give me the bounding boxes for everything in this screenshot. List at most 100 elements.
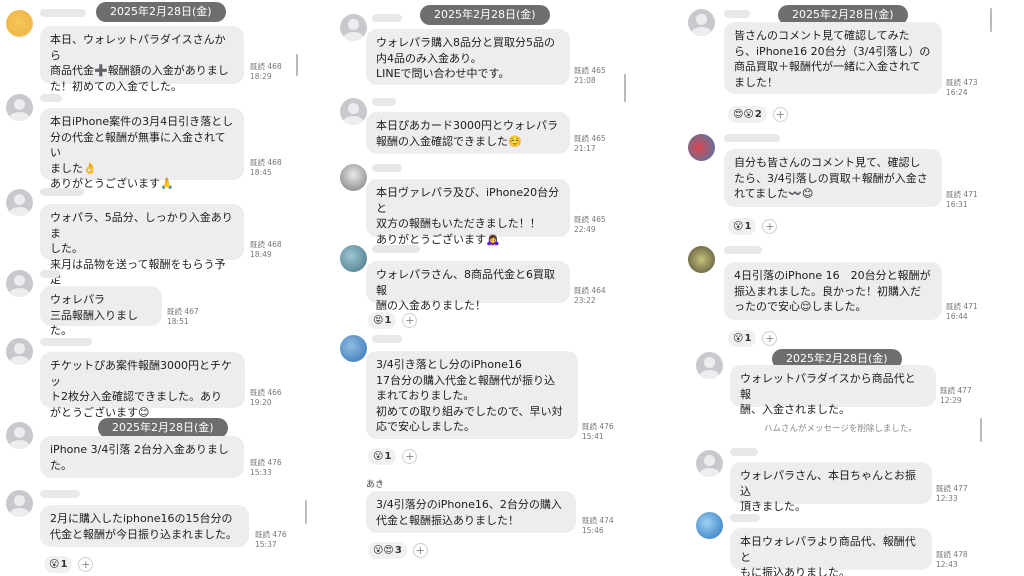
scrollbar[interactable] (624, 74, 626, 102)
scrollbar[interactable] (305, 500, 307, 524)
system-message: ハムさんがメッセージを削除しました。 (764, 424, 917, 434)
reaction-chip[interactable]: 😮 1 (44, 556, 73, 573)
read-receipt: 既読 476 15:41 (582, 422, 614, 441)
reaction-bar: 😮😍 3 + (368, 542, 428, 559)
add-reaction-button[interactable]: + (762, 219, 778, 234)
read-receipt: 既読 464 23:22 (574, 286, 606, 305)
scrollbar[interactable] (980, 418, 982, 442)
reaction-chip[interactable]: 😮 1 (728, 330, 757, 347)
sender-name: あき (366, 480, 385, 490)
sender-name-blurred (730, 514, 760, 522)
read-receipt: 既読 478 12:43 (936, 550, 968, 569)
sender-name-blurred (724, 246, 762, 254)
sender-name-blurred (372, 245, 420, 253)
avatar[interactable] (340, 245, 367, 272)
reaction-chip[interactable]: 😝 1 (368, 312, 397, 329)
avatar[interactable] (696, 352, 723, 379)
read-receipt: 既読 474 15:46 (582, 516, 614, 535)
scrollbar[interactable] (990, 8, 992, 32)
message-bubble[interactable]: ウォレットパラダイスから商品代と報 酬、入金されました。 (730, 365, 936, 416)
read-receipt: 既読 466 19:20 (250, 388, 282, 407)
reaction-chip[interactable]: 😮😍 3 (368, 542, 407, 559)
sender-name-blurred (40, 490, 80, 498)
message-bubble[interactable]: ウォレパラさん、本日ちゃんとお振込 頂きました。 (730, 462, 932, 513)
read-receipt: 既読 476 15:37 (255, 530, 287, 549)
sender-name-blurred (40, 338, 92, 346)
read-receipt: 既読 465 21:08 (574, 66, 606, 85)
message-bubble[interactable]: チケットぴあ案件報酬3000円とチケッ ト2枚分入金確認できました。あり がとう… (40, 352, 245, 419)
avatar[interactable] (696, 450, 723, 477)
sender-name-blurred (40, 9, 86, 17)
read-receipt: 既読 477 12:29 (940, 386, 972, 405)
avatar[interactable] (696, 512, 723, 539)
message-bubble[interactable]: ウォレパラさん、8商品代金と6買取報 酬の入金ありました！ (366, 261, 570, 312)
chat-column-1: 2025年2月28日(金) 本日、ウォレットパラダイスさんから 商品代金➕報酬額… (0, 0, 332, 576)
message-bubble[interactable]: 本日ぴあカード3000円とウォレパラ 報酬の入金確認できました☺️ (366, 112, 570, 154)
reaction-bar: 😮 1 + (44, 556, 94, 573)
chat-column-3: 2025年2月28日(金) 皆さんのコメント見て確認してみた ら、iPhone1… (684, 0, 1024, 576)
avatar[interactable] (688, 9, 715, 36)
avatar[interactable] (6, 94, 33, 121)
message-bubble[interactable]: 本日ウォレパラより商品代、報酬代と もに振込ありました。 (730, 528, 932, 576)
scrollbar[interactable] (296, 54, 298, 76)
sender-name-blurred (730, 448, 758, 456)
read-receipt: 既読 465 21:17 (574, 134, 606, 153)
reaction-bar: 😝 1 + (368, 312, 418, 329)
message-bubble[interactable]: 本日、ウォレットパラダイスさんから 商品代金➕報酬額の入金がありまし た！初めて… (40, 26, 244, 93)
message-bubble[interactable]: iPhone 3/4引落 2台分入金ありまし た。 (40, 436, 244, 478)
add-reaction-button[interactable]: + (78, 557, 94, 572)
reaction-bar: 😮 1 + (728, 330, 778, 347)
date-badge: 2025年2月28日(金) (96, 2, 226, 22)
read-receipt: 既読 476 15:33 (250, 458, 282, 477)
avatar[interactable] (6, 189, 33, 216)
avatar[interactable] (340, 335, 367, 362)
sender-name-blurred (372, 164, 402, 172)
message-bubble[interactable]: ウォレパラ購入8品分と買取分5品の 内4品のみ入金あり。 LINEで問い合わせ中… (366, 29, 570, 85)
sender-name-blurred (372, 335, 402, 343)
read-receipt: 既読 468 18:49 (250, 240, 282, 259)
avatar[interactable] (688, 134, 715, 161)
avatar[interactable] (340, 98, 367, 125)
reaction-chip[interactable]: 😍😮 2 (728, 106, 767, 123)
add-reaction-button[interactable]: + (762, 331, 778, 346)
message-bubble[interactable]: 2月に購入したiphone16の15台分の 代金と報酬が今日振り込まれました。 (40, 505, 249, 547)
read-receipt: 既読 468 18:45 (250, 158, 282, 177)
avatar[interactable] (6, 270, 33, 297)
reaction-bar: 😮 1 + (728, 218, 778, 235)
message-bubble[interactable]: ウォパラ、5品分、しっかり入金ありま した。 来月は品物を送って報酬をもらう予定 (40, 204, 244, 286)
read-receipt: 既読 477 12:33 (936, 484, 968, 503)
message-bubble[interactable]: 皆さんのコメント見て確認してみた ら、iPhone16 20台分（3/4引落し）… (724, 22, 942, 94)
avatar[interactable] (6, 338, 33, 365)
sender-name-blurred (40, 188, 84, 196)
read-receipt: 既読 471 16:44 (946, 302, 978, 321)
sender-name-blurred (724, 134, 780, 142)
read-receipt: 既読 468 18:29 (250, 62, 282, 81)
read-receipt: 既読 471 16:31 (946, 190, 978, 209)
avatar[interactable] (340, 164, 367, 191)
avatar[interactable] (340, 14, 367, 41)
message-bubble[interactable]: 自分も皆さんのコメント見て、確認し たら、3/4引落しの買取＋報酬が入金さ れて… (724, 149, 942, 207)
message-bubble[interactable]: 3/4引き落とし分のiPhone16 17台分の購入代金と報酬代が振り込 まれて… (366, 351, 578, 439)
message-bubble[interactable]: ウォレパラ 三品報酬入りました。 (40, 286, 162, 337)
add-reaction-button[interactable]: + (402, 449, 418, 464)
reaction-chip[interactable]: 😮 1 (368, 448, 397, 465)
message-bubble[interactable]: 4日引落のiPhone 16 20台分と報酬が 振込まれました。良かった！初購入… (724, 262, 942, 320)
sender-name-blurred (372, 14, 402, 22)
add-reaction-button[interactable]: + (412, 543, 428, 558)
message-bubble[interactable]: 本日ヴァレパラ及び、iPhone20台分と 双方の報酬もいただきました！！ あり… (366, 179, 570, 246)
chat-column-2: 2025年2月28日(金) ウォレパラ購入8品分と買取分5品の 内4品のみ入金あ… (336, 0, 666, 576)
add-reaction-button[interactable]: + (772, 107, 788, 122)
add-reaction-button[interactable]: + (402, 313, 418, 328)
avatar[interactable] (6, 422, 33, 449)
message-bubble[interactable]: 本日iPhone案件の3月4日引き落とし 分の代金と報酬が無事に入金されてい ま… (40, 108, 244, 190)
reaction-chip[interactable]: 😮 1 (728, 218, 757, 235)
reaction-bar: 😍😮 2 + (728, 106, 788, 123)
avatar[interactable] (6, 490, 33, 517)
message-bubble[interactable]: 3/4引落分のiPhone16、2台分の購入 代金と報酬振込ありました！ (366, 491, 576, 533)
avatar[interactable] (6, 10, 33, 37)
avatar[interactable] (688, 246, 715, 273)
sender-name-blurred (372, 98, 396, 106)
read-receipt: 既読 467 18:51 (167, 307, 199, 326)
date-badge: 2025年2月28日(金) (420, 5, 550, 25)
sender-name-blurred (40, 270, 60, 278)
